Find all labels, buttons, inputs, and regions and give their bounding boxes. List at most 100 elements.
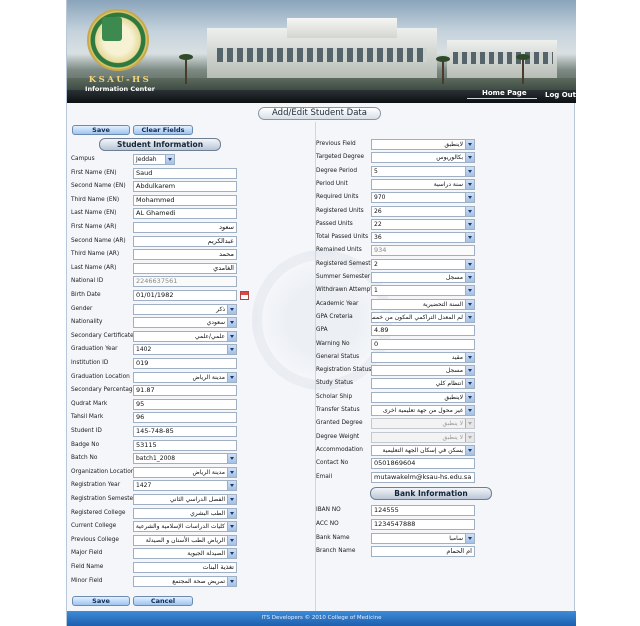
chevron-down-icon[interactable] <box>465 286 474 296</box>
chevron-down-icon[interactable] <box>465 352 474 362</box>
previous-college-select[interactable]: الرياض الطب الأسنان و الصيدلة <box>133 534 237 546</box>
chevron-down-icon[interactable] <box>227 304 236 314</box>
field-name-input[interactable]: تغذية البنات <box>133 562 237 573</box>
registered-college-select[interactable]: الطب البشري <box>133 507 237 519</box>
institution-id-input[interactable]: 019 <box>133 358 237 369</box>
scholar-ship-select[interactable]: لاينطبق <box>371 391 475 403</box>
registered-semesters-select[interactable]: 2 <box>371 258 475 270</box>
chevron-down-icon[interactable] <box>227 576 236 586</box>
chevron-down-icon[interactable] <box>465 366 474 376</box>
chevron-down-icon[interactable] <box>227 549 236 559</box>
degree-period-select[interactable]: 5 <box>371 165 475 177</box>
gpa-input[interactable]: 4.89 <box>371 325 475 337</box>
branch-name-input[interactable]: ام الحمام <box>371 546 475 558</box>
academic-year-select[interactable]: السنة التحضيرية <box>371 298 475 310</box>
chevron-down-icon[interactable] <box>465 445 474 455</box>
logout-link[interactable]: Log Out <box>545 91 576 99</box>
chevron-down-icon[interactable] <box>465 392 474 402</box>
nationality-select[interactable]: سعودي <box>133 317 237 329</box>
graduation-location-select[interactable]: مدينة الرياض <box>133 371 237 383</box>
study-status-select[interactable]: انتظام كلي <box>371 378 475 390</box>
gender-select[interactable]: ذكر <box>133 303 237 315</box>
chevron-down-icon[interactable] <box>227 535 236 545</box>
birth-date-date-input[interactable]: 01/01/1982 <box>133 290 237 301</box>
email-input[interactable]: mutawakelm@ksau-hs.edu.sa <box>371 471 475 483</box>
previous-field-select[interactable]: لاينطبق <box>371 139 475 150</box>
chevron-down-icon[interactable] <box>465 206 474 216</box>
chevron-down-icon[interactable] <box>465 193 474 203</box>
cancel-button[interactable]: Cancel <box>133 596 193 606</box>
warning-no-input[interactable]: 0 <box>371 338 475 350</box>
registered-units-select[interactable]: 26 <box>371 205 475 217</box>
registration-year-select[interactable]: 1427 <box>133 480 237 492</box>
withdrawn-attempts-select[interactable]: 1 <box>371 285 475 297</box>
chevron-down-icon[interactable] <box>465 299 474 309</box>
period-unit-select[interactable]: سنة دراسية <box>371 178 475 190</box>
acc-no-input[interactable]: 1234547888 <box>371 518 475 530</box>
chevron-down-icon[interactable] <box>227 331 236 341</box>
bank-name-select[interactable]: سامبا <box>371 532 475 544</box>
chevron-down-icon[interactable] <box>227 454 236 464</box>
last-name-ar-input[interactable]: الغامدي <box>133 262 237 274</box>
chevron-down-icon[interactable] <box>465 166 474 176</box>
save-button-bottom[interactable]: Save <box>72 596 130 606</box>
graduation-year-select[interactable]: 1402 <box>133 344 237 356</box>
batch-no-select[interactable]: batch1_2008 <box>133 453 237 465</box>
first-name-ar-input[interactable]: سعود <box>133 222 237 233</box>
organization-location-select[interactable]: مدينة الرياض <box>133 466 237 478</box>
qudrat-mark-input[interactable]: 95 <box>133 398 237 410</box>
chevron-down-icon[interactable] <box>227 467 236 477</box>
chevron-down-icon[interactable] <box>465 219 474 229</box>
major-field-select[interactable]: الصيدلة الجيوية <box>133 548 237 560</box>
accommodation-select[interactable]: يسكن في إسكان الجهة التعليمية <box>371 444 475 456</box>
minor-field-select[interactable]: تمريض صحة المجتمع <box>133 575 237 587</box>
second-name-en-input[interactable]: Abdulkarem <box>133 181 237 193</box>
general-status-select[interactable]: مقيد <box>371 351 475 363</box>
home-page-link[interactable]: Home Page <box>482 89 527 97</box>
chevron-down-icon[interactable] <box>465 153 474 163</box>
chevron-down-icon[interactable] <box>227 508 236 518</box>
badge-no-input[interactable]: 53115 <box>133 439 237 451</box>
chevron-down-icon[interactable] <box>227 522 236 532</box>
secondary-certificate-select[interactable]: علمي/علمي <box>133 330 237 342</box>
third-name-ar-input[interactable]: محمد <box>133 249 237 261</box>
chevron-down-icon[interactable] <box>227 372 236 382</box>
chevron-down-icon[interactable] <box>465 179 474 189</box>
current-college-select[interactable]: كليات الدراسات الإسلامية والشرعية <box>133 521 237 533</box>
chevron-down-icon[interactable] <box>165 155 174 164</box>
iban-no-input[interactable]: 124555 <box>371 505 475 516</box>
passed-units-select[interactable]: 22 <box>371 218 475 230</box>
total-passed-units-select[interactable]: 36 <box>371 232 475 244</box>
registration-status-select[interactable]: مسجل <box>371 365 475 377</box>
gpa-creteria-select[interactable]: لم المعدل التراكمي المكون من خمس نقاط <box>371 311 475 323</box>
chevron-down-icon[interactable] <box>465 259 474 269</box>
contact-no-input[interactable]: 0501869604 <box>371 458 475 470</box>
first-name-en-input[interactable]: Saud <box>133 167 237 179</box>
summer-semester-select[interactable]: مسجل <box>371 272 475 283</box>
chevron-down-icon[interactable] <box>227 495 236 504</box>
chevron-down-icon[interactable] <box>227 318 236 328</box>
chevron-down-icon[interactable] <box>227 481 236 491</box>
chevron-down-icon[interactable] <box>465 140 474 149</box>
last-name-en-input[interactable]: AL Ghamedi <box>133 208 237 220</box>
second-name-ar-input[interactable]: عبدالكريم <box>133 235 237 247</box>
chevron-down-icon[interactable] <box>465 312 474 322</box>
registration-semester-select[interactable]: الفصل الدراسي الثاني <box>133 494 237 505</box>
secondary-percentage-input[interactable]: 91.87 <box>133 385 237 397</box>
save-button-top[interactable]: Save <box>72 125 130 135</box>
required-units-select[interactable]: 970 <box>371 192 475 204</box>
campus-select[interactable]: Jeddah <box>133 154 175 165</box>
chevron-down-icon[interactable] <box>465 406 474 415</box>
calendar-icon[interactable] <box>240 291 249 300</box>
chevron-down-icon[interactable] <box>227 345 236 355</box>
third-name-en-input[interactable]: Mohammed <box>133 194 237 206</box>
student-id-input[interactable]: 145-748-85 <box>133 426 237 437</box>
transfer-status-select[interactable]: غير محول من جهة تعليمية اخرى <box>371 405 475 416</box>
tahsil-mark-input[interactable]: 96 <box>133 412 237 424</box>
chevron-down-icon[interactable] <box>465 379 474 389</box>
chevron-down-icon[interactable] <box>465 233 474 243</box>
clear-fields-button[interactable]: Clear Fields <box>133 125 193 135</box>
targeted-degree-select[interactable]: بكالوريوس <box>371 152 475 164</box>
chevron-down-icon[interactable] <box>465 533 474 543</box>
chevron-down-icon[interactable] <box>465 273 474 282</box>
